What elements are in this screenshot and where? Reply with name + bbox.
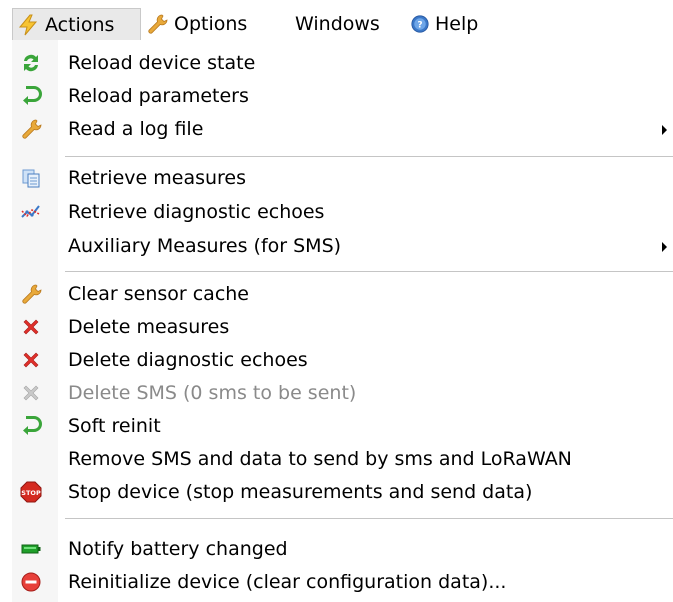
menu-actions-label: Actions [45, 13, 115, 36]
menu-item-label: Soft reinit [68, 415, 161, 437]
menu-item-label: Auxiliary Measures (for SMS) [68, 235, 342, 257]
menu-separator [65, 271, 673, 272]
delete-x-icon [23, 385, 39, 401]
no-entry-icon [21, 572, 41, 592]
wrench-icon [22, 119, 42, 139]
menu-item-delete-sms[interactable]: Delete SMS (0 sms to be sent) [12, 377, 673, 410]
menu-options[interactable]: Options [146, 8, 247, 40]
wrench-icon [22, 284, 42, 304]
menu-separator [65, 156, 673, 157]
menu-item-label: Reload parameters [68, 85, 249, 107]
submenu-arrow-icon [662, 242, 667, 252]
menu-bar: Actions Options Windows ? Help [0, 0, 673, 40]
menu-item-label: Read a log file [68, 118, 204, 140]
battery-icon [21, 544, 41, 554]
menu-item-reload-parameters[interactable]: Reload parameters [12, 80, 673, 113]
menu-separator [65, 518, 673, 519]
menu-item-label: Stop device (stop measurements and send … [68, 481, 533, 503]
menu-item-label: Retrieve measures [68, 167, 247, 189]
stop-sign-icon: STOP [20, 481, 42, 503]
stop-sign-text: STOP [21, 489, 41, 497]
menu-item-label: Reinitialize device (clear configuration… [68, 571, 507, 593]
lightning-icon [18, 14, 38, 35]
delete-x-icon [23, 352, 39, 368]
menu-item-label: Retrieve diagnostic echoes [68, 201, 325, 223]
return-arrow-icon [23, 416, 42, 435]
menu-item-label: Delete SMS (0 sms to be sent) [68, 382, 357, 404]
submenu-arrow-icon [662, 125, 667, 135]
menu-item-delete-measures[interactable]: Delete measures [12, 311, 673, 344]
return-arrow-icon [23, 86, 42, 105]
menu-item-label: Clear sensor cache [68, 283, 250, 305]
actions-dropdown-menu: Reload device state Reload parameters Re… [12, 40, 673, 602]
help-icon: ? [411, 15, 429, 33]
menu-item-remove-sms-data[interactable]: Remove SMS and data to send by sms and L… [12, 443, 673, 476]
menu-item-reload-device-state[interactable]: Reload device state [12, 47, 673, 80]
delete-x-icon [23, 319, 39, 335]
menu-item-label: Delete diagnostic echoes [68, 349, 308, 371]
menu-item-retrieve-measures[interactable]: Retrieve measures [12, 162, 673, 195]
menu-item-label: Reload device state [68, 52, 256, 74]
menu-item-stop-device[interactable]: STOP Stop device (stop measurements and … [12, 476, 673, 509]
menu-windows-label: Windows [295, 13, 380, 35]
menu-help-label: Help [435, 13, 479, 35]
line-chart-icon [21, 205, 40, 218]
menu-windows[interactable]: Windows [295, 8, 380, 40]
menu-item-delete-diagnostic-echoes[interactable]: Delete diagnostic echoes [12, 344, 673, 377]
menu-item-retrieve-diagnostic-echoes[interactable]: Retrieve diagnostic echoes [12, 196, 673, 229]
copy-pages-icon [22, 169, 40, 188]
menu-item-label: Delete measures [68, 316, 230, 338]
svg-text:?: ? [417, 20, 422, 30]
menu-item-label: Notify battery changed [68, 538, 288, 560]
menu-item-clear-sensor-cache[interactable]: Clear sensor cache [12, 278, 673, 311]
menu-item-soft-reinit[interactable]: Soft reinit [12, 410, 673, 443]
refresh-icon [24, 54, 38, 72]
menu-item-label: Remove SMS and data to send by sms and L… [68, 448, 572, 470]
menu-item-auxiliary-measures[interactable]: Auxiliary Measures (for SMS) [12, 230, 673, 263]
menu-item-reinitialize-device[interactable]: Reinitialize device (clear configuration… [12, 566, 673, 599]
menu-actions[interactable]: Actions [12, 8, 141, 40]
menu-item-read-log-file[interactable]: Read a log file [12, 113, 673, 146]
menu-help[interactable]: ? Help [411, 8, 478, 40]
app-window: Actions Options Windows ? Help Reload de… [0, 0, 673, 602]
menu-item-notify-battery[interactable]: Notify battery changed [12, 533, 673, 566]
wrench-icon [148, 14, 168, 34]
menu-options-label: Options [174, 13, 248, 35]
